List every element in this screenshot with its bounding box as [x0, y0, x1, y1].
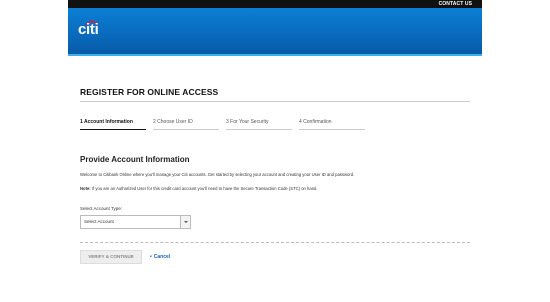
note-body: If you are an Authorized User for this c… [90, 186, 318, 191]
title-divider [80, 101, 470, 102]
chevron-down-icon [184, 221, 188, 223]
step-choose-user-id: 2 Choose User ID [153, 118, 219, 132]
step-indicator-line [80, 129, 146, 130]
account-type-select[interactable]: Select Account [80, 215, 191, 229]
left-gutter [0, 0, 68, 302]
step-indicator-line [226, 129, 292, 130]
note-text: Note: If you are an Authorized User for … [80, 186, 470, 192]
step-account-information: 1 Account Information [80, 118, 146, 132]
step-label: 2 Choose User ID [153, 119, 193, 125]
cancel-link[interactable]: • Cancel [150, 250, 170, 264]
actions-divider [80, 242, 470, 243]
step-for-your-security: 3 For Your Security [226, 118, 292, 132]
page-title: REGISTER FOR ONLINE ACCESS [80, 87, 219, 97]
contact-us-link[interactable]: CONTACT US [439, 0, 472, 8]
account-type-label: Select Account Type: [80, 206, 122, 211]
right-gutter [482, 0, 550, 302]
step-confirmation: 4 Confirmation [299, 118, 365, 132]
top-utility-bar: CONTACT US [68, 0, 482, 8]
account-type-value: Select Account [84, 219, 114, 224]
cancel-label: Cancel [153, 254, 171, 260]
section-title: Provide Account Information [80, 155, 190, 164]
welcome-text: Welcome to Citibank Online where you'll … [80, 172, 355, 177]
page: CONTACT US citi REGISTER FOR ONLINE ACCE… [0, 0, 550, 302]
step-label: 1 Account Information [80, 119, 133, 125]
bullet-icon: • [150, 254, 152, 260]
step-indicator-line [299, 129, 365, 130]
verify-continue-button[interactable]: VERIFY & CONTINUE [80, 250, 142, 264]
step-indicator-line [153, 129, 219, 130]
citi-logo[interactable]: citi [78, 19, 104, 37]
logo-text: citi [78, 21, 99, 38]
brand-header: citi [68, 8, 482, 56]
step-label: 4 Confirmation [299, 119, 332, 125]
step-label: 3 For Your Security [226, 119, 269, 125]
dropdown-toggle[interactable] [180, 216, 190, 228]
note-label: Note: [80, 186, 91, 191]
progress-steps: 1 Account Information 2 Choose User ID 3… [80, 118, 380, 132]
